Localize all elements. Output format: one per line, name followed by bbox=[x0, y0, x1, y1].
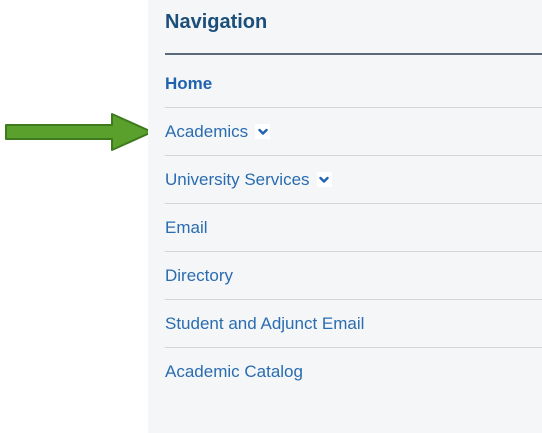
nav-link-label: University Services bbox=[165, 169, 310, 189]
nav-link-directory[interactable]: Directory bbox=[165, 266, 233, 286]
nav-link-home[interactable]: Home bbox=[165, 74, 212, 94]
chevron-down-icon[interactable] bbox=[316, 172, 332, 187]
nav-link-student-adjunct-email[interactable]: Student and Adjunct Email bbox=[165, 314, 364, 334]
nav-link-label: Academic Catalog bbox=[165, 362, 303, 381]
nav-link-academics[interactable]: Academics bbox=[165, 121, 271, 142]
nav-item-academics: Academics bbox=[165, 108, 542, 156]
nav-link-label: Student and Adjunct Email bbox=[165, 313, 365, 333]
nav-link-label: Home bbox=[165, 73, 213, 93]
nav-link-university-services[interactable]: University Services bbox=[165, 170, 332, 190]
right-arrow-icon bbox=[5, 113, 153, 151]
navigation-list: Home Academics University Services Email… bbox=[165, 60, 542, 396]
title-divider bbox=[165, 53, 542, 55]
nav-item-email: Email bbox=[165, 204, 542, 252]
nav-item-directory: Directory bbox=[165, 252, 542, 300]
navigation-panel: Navigation Home Academics University Ser… bbox=[148, 0, 542, 433]
nav-item-home: Home bbox=[165, 60, 542, 108]
nav-link-label: Email bbox=[165, 217, 208, 237]
navigation-title: Navigation bbox=[165, 11, 268, 33]
nav-link-email[interactable]: Email bbox=[165, 218, 208, 238]
nav-item-university-services: University Services bbox=[165, 156, 542, 204]
nav-item-student-adjunct-email: Student and Adjunct Email bbox=[165, 300, 542, 348]
screenshot-canvas: Navigation Home Academics University Ser… bbox=[0, 0, 542, 433]
nav-link-academic-catalog[interactable]: Academic Catalog bbox=[165, 362, 303, 382]
chevron-down-icon[interactable] bbox=[255, 124, 271, 139]
nav-item-academic-catalog: Academic Catalog bbox=[165, 348, 542, 396]
nav-link-label: Academics bbox=[165, 121, 249, 141]
nav-link-label: Directory bbox=[165, 265, 234, 285]
